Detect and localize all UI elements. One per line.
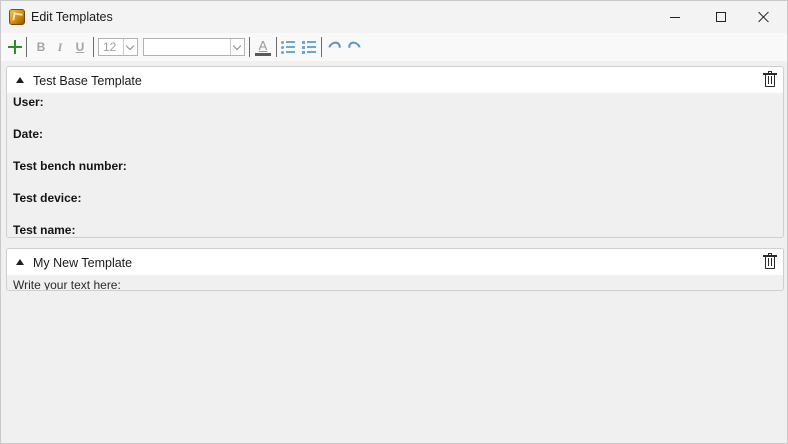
italic-button[interactable]: I — [53, 37, 67, 57]
template-field: User: — [13, 95, 44, 109]
maximize-button[interactable] — [698, 1, 744, 33]
bulleted-list-icon — [281, 40, 295, 54]
template-field: Test name: — [13, 223, 76, 237]
font-family-select[interactable] — [143, 38, 245, 56]
undo-button[interactable] — [325, 37, 343, 57]
title-bar[interactable]: Edit Templates — [1, 1, 787, 33]
close-icon — [758, 11, 770, 23]
template-field: Date: — [13, 127, 44, 141]
redo-button[interactable] — [345, 37, 363, 57]
template-panel: Test Base Template User: Date: Test benc… — [6, 66, 784, 238]
template-field: Test device: — [13, 191, 82, 205]
chevron-down-icon[interactable] — [123, 39, 137, 55]
numbered-list-button[interactable] — [301, 37, 317, 57]
edit-templates-window: Edit Templates B I U 12 A Test Base Temp… — [0, 0, 788, 444]
collapse-triangle-icon[interactable] — [16, 259, 24, 265]
font-size-value: 12 — [103, 40, 117, 54]
toolbar-separator — [321, 37, 322, 57]
minimize-button[interactable] — [652, 1, 698, 33]
toolbar-separator — [93, 37, 94, 57]
bold-button[interactable]: B — [34, 37, 48, 57]
underline-button[interactable]: U — [73, 37, 87, 57]
template-header[interactable]: My New Template — [7, 249, 783, 275]
template-title: Test Base Template — [33, 74, 142, 88]
toolbar-separator — [26, 37, 27, 57]
add-template-button[interactable] — [7, 37, 23, 57]
template-panel: My New Template Write your text here: — [6, 248, 784, 291]
chevron-down-icon[interactable] — [230, 39, 244, 55]
redo-icon — [345, 38, 363, 56]
template-header[interactable]: Test Base Template — [7, 67, 783, 93]
bulleted-list-button[interactable] — [280, 37, 296, 57]
plus-icon — [8, 40, 22, 54]
delete-template-button[interactable] — [763, 253, 777, 270]
toolbar-separator — [249, 37, 250, 57]
window-title: Edit Templates — [31, 10, 113, 24]
template-field: Test bench number: — [13, 159, 127, 173]
maximize-icon — [716, 12, 726, 22]
collapse-triangle-icon[interactable] — [16, 77, 24, 83]
template-body-editor[interactable]: User: Date: Test bench number: Test devi… — [13, 95, 777, 237]
font-color-button[interactable]: A — [254, 37, 272, 57]
font-size-select[interactable]: 12 — [98, 38, 138, 56]
numbered-list-icon — [302, 40, 316, 54]
font-color-swatch — [255, 52, 271, 56]
undo-icon — [325, 38, 343, 56]
template-title: My New Template — [33, 256, 133, 270]
app-logo-icon — [9, 9, 25, 25]
formatting-toolbar: B I U 12 A — [1, 33, 787, 61]
font-color-label: A — [258, 37, 268, 53]
delete-template-button[interactable] — [763, 71, 777, 88]
template-body-text: Write your text here: — [13, 278, 121, 291]
close-button[interactable] — [741, 1, 787, 33]
toolbar-separator — [276, 37, 277, 57]
template-body-editor[interactable]: Write your text here: — [13, 277, 777, 291]
minimize-icon — [670, 16, 680, 18]
